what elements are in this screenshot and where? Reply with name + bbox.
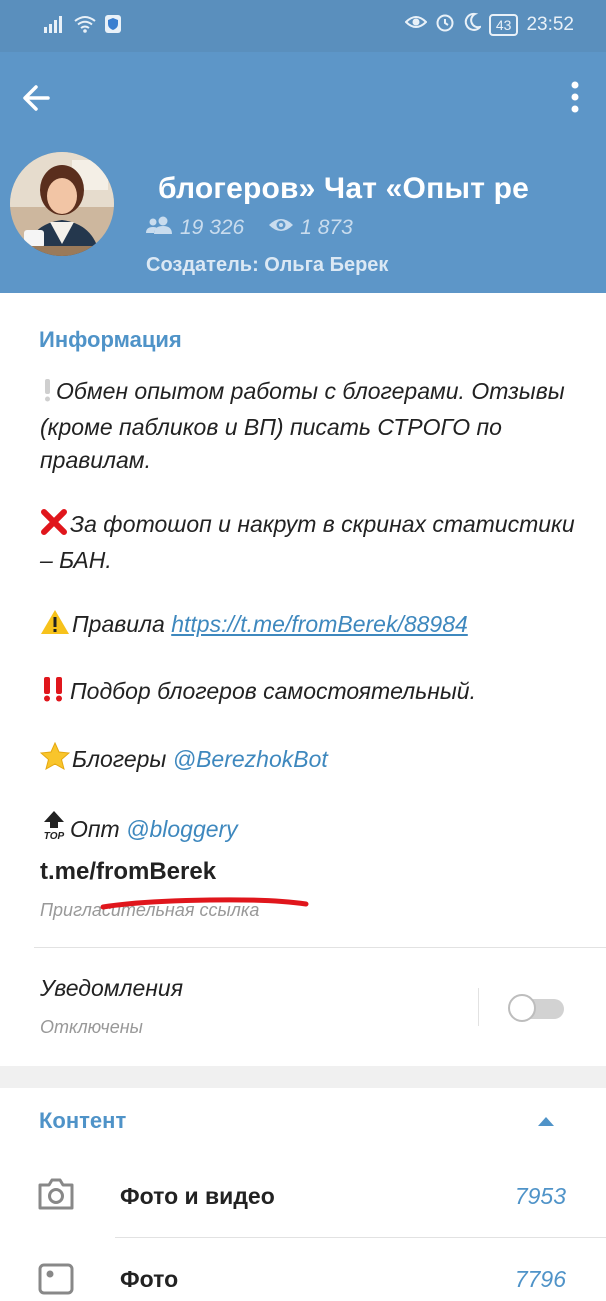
info-description: Обмен опытом работы с блогерами. Отзывы …	[39, 375, 580, 880]
eye-comfort-icon	[404, 14, 428, 36]
battery-level: 43	[495, 17, 512, 33]
info-paragraph-2: За фотошоп и накрут в скринах статистики…	[40, 508, 580, 577]
opt-mention-link[interactable]: @bloggery	[126, 816, 238, 842]
camera-icon	[37, 1177, 75, 1216]
info-paragraph-5: Блогеры @BerezhokBot	[39, 741, 580, 779]
notifications-toggle[interactable]	[508, 993, 566, 1023]
arrow-left-icon	[18, 85, 58, 122]
notifications-status: Отключены	[40, 1017, 143, 1037]
eye-icon	[268, 216, 294, 240]
red-underline-annotation	[100, 893, 312, 920]
info-paragraph-1: Обмен опытом работы с блогерами. Отзывы …	[40, 375, 580, 477]
divider	[34, 947, 606, 948]
info-p6-text: Опт	[70, 816, 127, 842]
toggle-knob	[508, 994, 536, 1022]
back-button[interactable]	[18, 78, 58, 118]
chat-title: блогеров» Чат «Опыт ре	[158, 172, 530, 205]
section-separator	[0, 1066, 606, 1088]
info-p4-text: Подбор блогеров самостоятельный.	[70, 678, 476, 704]
moon-icon	[463, 12, 483, 38]
double-exclamation-icon	[40, 676, 68, 711]
content-item-count: 7953	[514, 1183, 566, 1209]
chevron-up-icon	[536, 1115, 556, 1132]
more-vertical-icon	[560, 81, 590, 122]
cross-mark-icon	[40, 509, 68, 544]
members-count: 19 326	[180, 216, 245, 239]
info-p1-text: Обмен опытом работы с блогерами. Отзывы …	[40, 378, 565, 473]
info-section-title: Информация	[39, 327, 182, 352]
info-paragraph-4: Подбор блогеров самостоятельный.	[40, 675, 580, 711]
members-icon	[146, 216, 174, 240]
online-count: 1 873	[300, 216, 353, 239]
info-paragraph-6: TOP Опт @bloggery	[40, 810, 580, 849]
row-divider	[115, 1237, 606, 1238]
vpn-shield-icon	[104, 14, 122, 39]
collapse-button[interactable]	[536, 1114, 556, 1133]
chat-avatar[interactable]	[10, 152, 114, 256]
more-menu-button[interactable]	[560, 78, 590, 118]
svg-text:TOP: TOP	[44, 831, 65, 840]
info-p2-text: За фотошоп и накрут в скринах статистики…	[40, 511, 575, 573]
top-arrow-icon: TOP	[40, 810, 68, 849]
creator-label: Создатель: Ольга Берек	[146, 254, 389, 276]
status-bar: 43 23:52	[0, 0, 606, 52]
battery-icon: 43	[488, 14, 519, 36]
info-p5-text: Блогеры	[72, 746, 173, 772]
chat-header: блогеров» Чат «Опыт ре 19 326 1 873 Созд…	[0, 52, 606, 293]
signal-icon	[44, 15, 66, 38]
exclamation-icon	[40, 378, 54, 411]
status-time: 23:52	[526, 14, 574, 35]
notifications-label: Уведомления	[40, 975, 183, 1001]
warning-icon	[40, 609, 70, 644]
invite-link[interactable]: t.me/fromBerek	[40, 858, 216, 886]
star-icon	[39, 741, 71, 779]
alarm-icon	[435, 12, 455, 38]
info-paragraph-3: Правила https://t.me/fromBerek/88984	[40, 608, 580, 644]
chat-stats: 19 326 1 873	[146, 216, 377, 240]
bot-mention-link[interactable]: @BerezhokBot	[173, 746, 328, 772]
info-p3-text: Правила	[72, 611, 172, 637]
photo-icon	[37, 1262, 75, 1301]
content-section-title: Контент	[39, 1108, 127, 1133]
content-item-label: Фото и видео	[120, 1183, 275, 1209]
rules-link[interactable]: https://t.me/fromBerek/88984	[171, 611, 468, 637]
wifi-icon	[74, 15, 96, 38]
vertical-divider	[478, 988, 479, 1026]
